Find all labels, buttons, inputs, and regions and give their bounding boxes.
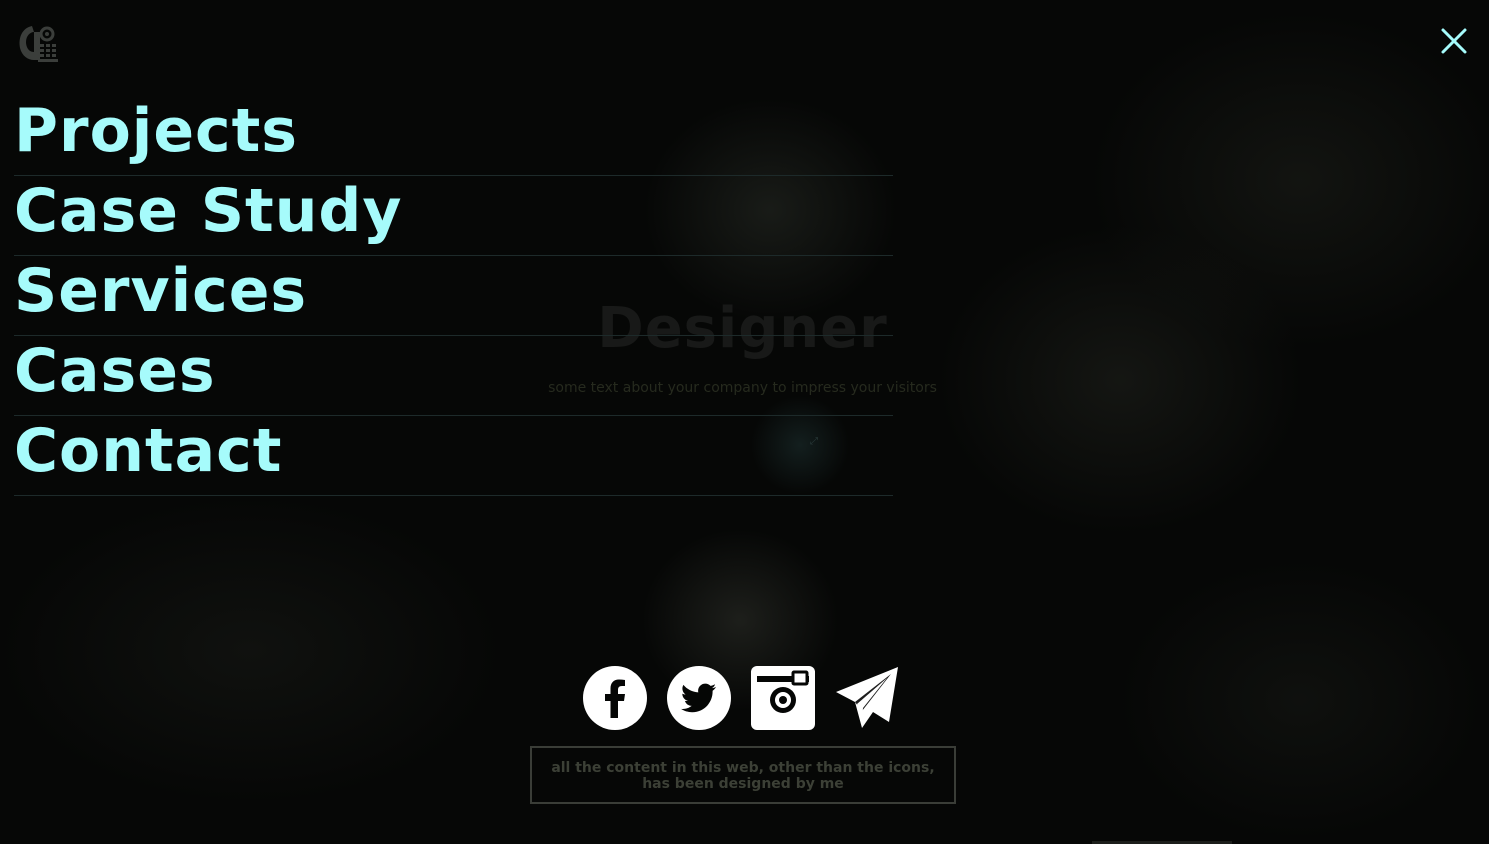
menu-item-label: Projects [14, 96, 299, 166]
camera-logo-icon[interactable] [16, 22, 60, 64]
close-button[interactable] [1438, 25, 1470, 57]
facebook-button[interactable] [583, 666, 647, 730]
menu-item-label: Case Study [14, 176, 403, 246]
credit-text: all the content in this web, other than … [551, 760, 935, 792]
credit-note: all the content in this web, other than … [530, 746, 956, 804]
telegram-button[interactable] [835, 666, 899, 730]
menu-item-services[interactable]: Services [14, 256, 893, 336]
close-icon [1441, 28, 1467, 54]
menu-item-cases[interactable]: Cases [14, 336, 893, 416]
main-menu: Projects Case Study Services Cases Conta… [14, 96, 893, 496]
menu-overlay-page: Designer some text about your company to… [0, 0, 1489, 844]
instagram-icon [751, 666, 815, 730]
menu-item-label: Contact [14, 416, 283, 486]
instagram-button[interactable] [751, 666, 815, 730]
menu-item-case-study[interactable]: Case Study [14, 176, 893, 256]
menu-item-label: Cases [14, 336, 216, 406]
menu-item-label: Services [14, 256, 308, 326]
twitter-button[interactable] [667, 666, 731, 730]
menu-item-projects[interactable]: Projects [14, 96, 893, 176]
social-links [583, 666, 903, 730]
twitter-icon [667, 666, 731, 730]
menu-item-contact[interactable]: Contact [14, 416, 893, 496]
telegram-icon [836, 667, 898, 728]
facebook-icon [583, 666, 647, 730]
